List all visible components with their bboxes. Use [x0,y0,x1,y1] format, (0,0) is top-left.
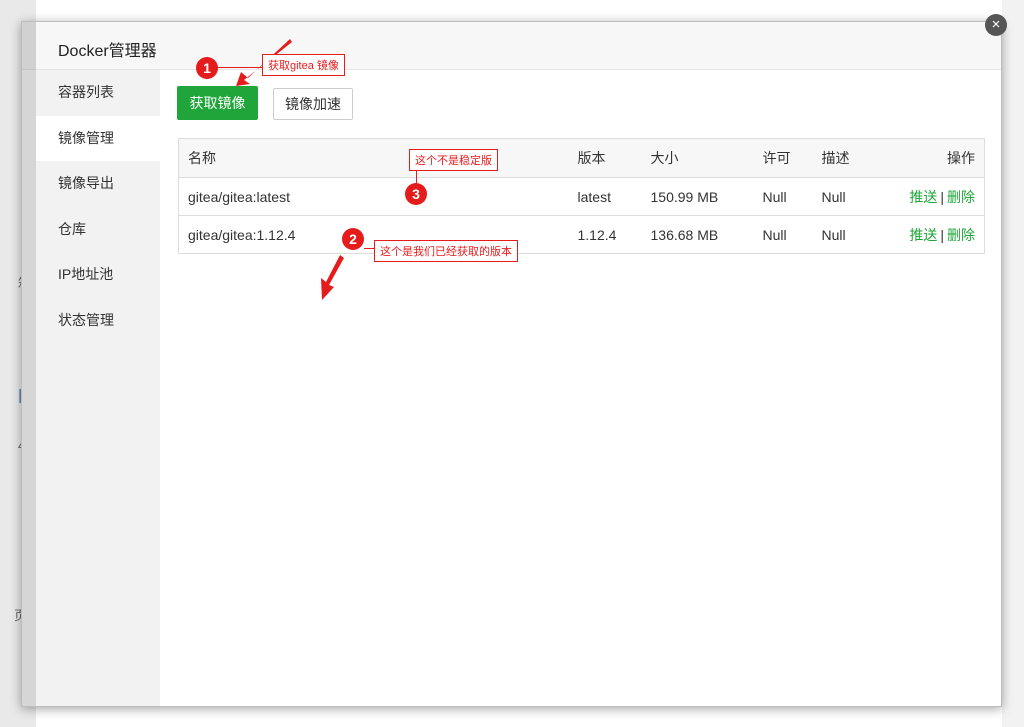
annotation-arrows [236,39,344,300]
annotation-badge-3: 3 [405,183,427,205]
annotation-label-3: 这个不是稳定版 [409,149,498,171]
annotation-badge-1: 1 [196,57,218,79]
annotation-label-1: 获取gitea 镜像 [262,54,345,76]
annotation-arrow-2 [321,255,344,300]
annotation-badge-2: 2 [342,228,364,250]
annotation-label-2: 这个是我们已经获取的版本 [374,240,518,262]
